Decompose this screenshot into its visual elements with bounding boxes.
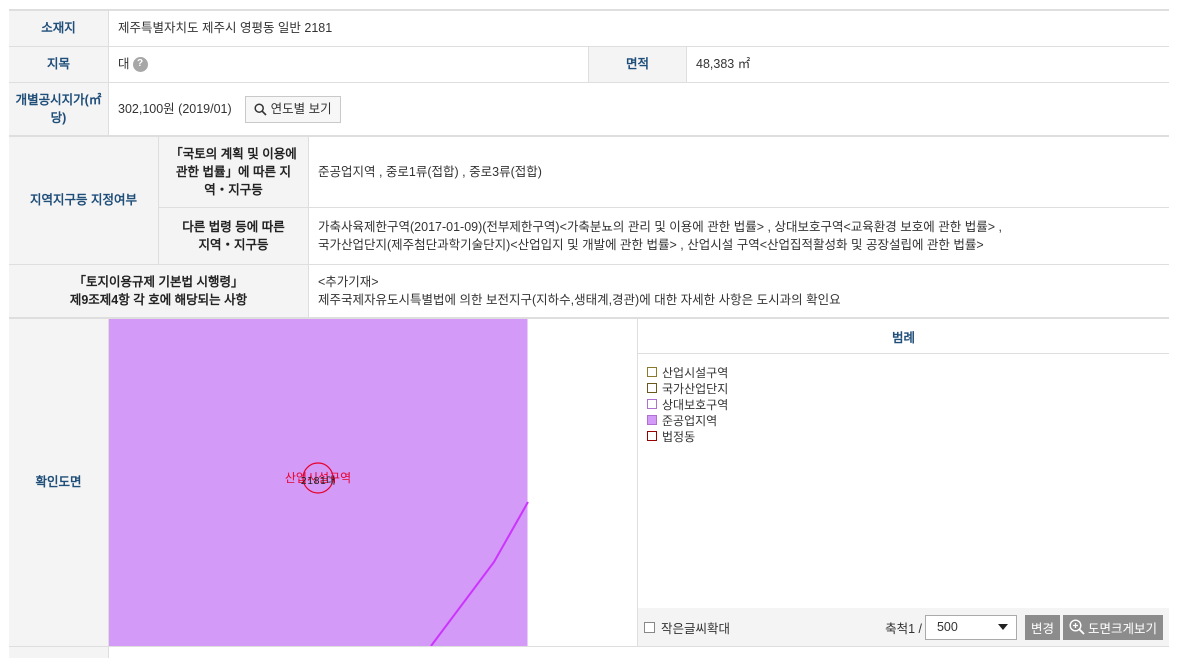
zoning-other-line1: 가축사육제한구역(2017-01-09)(전부제한구역)<가축분뇨의 관리 및 … <box>318 219 1002 234</box>
parcel-map-label: 2181대 <box>301 475 336 487</box>
legend-item: 법정동 <box>647 428 1160 444</box>
legend-panel: 범례 산업시설구역 국가산업단지 상대보호구역 준공업지역 법정동 작은글씨확대 축척1… <box>638 319 1169 646</box>
legend-item-label: 상대보호구역 <box>662 397 729 412</box>
map-canvas[interactable]: 산업시설구역 2181대 <box>109 319 638 646</box>
legend-item: 산업시설구역 <box>647 364 1160 380</box>
legend-item-label: 국가산업단지 <box>662 381 729 396</box>
small-text-label: 작은글씨확대 <box>661 621 731 636</box>
land-category-cell: 대 ? <box>109 47 589 82</box>
legend-item: 국가산업단지 <box>647 380 1160 396</box>
scale-change-button[interactable]: 변경 <box>1024 614 1060 640</box>
search-icon <box>254 102 267 116</box>
location-row: 소재지 제주특별자치도 제주시 영평동 일반 2181 <box>9 11 1169 47</box>
legend-swatch <box>647 399 657 409</box>
official-price-row: 개별공시지가(㎡ 당) 302,100원 (2019/01) 연도별 보기 <box>9 83 1169 137</box>
table-bottom-row <box>9 647 1169 658</box>
legend-item: 상대보호구역 <box>647 396 1160 412</box>
zoning-other-value: 가축사육제한구역(2017-01-09)(전부제한구역)<가축분뇨의 관리 및 … <box>309 208 1011 264</box>
area-value: 48,383 ㎡ <box>696 57 751 72</box>
zoom-in-icon <box>1069 619 1085 635</box>
legend-footer: 작은글씨확대 축척1 / 500 변경 도면크게보기 <box>638 608 1169 646</box>
map-viewer[interactable]: 산업시설구역 2181대 <box>109 319 638 646</box>
area-label: 면적 <box>589 47 687 82</box>
legend-swatch <box>647 383 657 393</box>
map-row: 확인도면 산업시설구역 2181대 범례 산업시설구역 국가산업단지 상대보호구역 준… <box>9 319 1169 647</box>
official-price-label: 개별공시지가(㎡ 당) <box>9 83 109 135</box>
bottom-label-cell <box>9 647 109 658</box>
legend-item-label: 산업시설구역 <box>662 365 729 380</box>
map-label: 확인도면 <box>9 319 109 646</box>
chevron-down-icon <box>997 624 1008 630</box>
small-text-checkbox[interactable] <box>644 621 655 633</box>
regulation-label: 「토지이용규제 기본법 시행령」 제9조제4항 각 호에 해당되는 사항 <box>9 265 309 317</box>
enlarge-map-button[interactable]: 도면크게보기 <box>1062 614 1163 640</box>
yearly-view-button[interactable]: 연도별 보기 <box>244 95 341 123</box>
official-price-value: 302,100원 (2019/01) <box>118 101 232 116</box>
zoning-other-line2: 국가산업단지(제주첨단과학기술단지)<산업입지 및 개발에 관한 법률> , 산… <box>318 238 984 252</box>
enlarge-map-label: 도면크게보기 <box>1087 621 1157 636</box>
help-icon[interactable]: ? <box>132 57 148 72</box>
official-price-cell: 302,100원 (2019/01) 연도별 보기 <box>109 83 350 135</box>
regulation-label-line2: 제9조제4항 각 호에 해당되는 사항 <box>69 293 248 307</box>
zoning-other-label: 다른 법령 등에 따른 지역・지구등 <box>159 208 309 264</box>
land-category-label: 지목 <box>9 47 109 82</box>
legend-item-label: 법정동 <box>662 429 696 444</box>
legend-swatch <box>647 415 657 425</box>
legend-swatch <box>647 367 657 377</box>
regulation-value-line2: 제주국제자유도시특별법에 의한 보전지구(지하수,생태계,경관)에 대한 자세한… <box>318 293 841 307</box>
regulation-value: <추가기재> 제주국제자유도시특별법에 의한 보전지구(지하수,생태계,경관)에… <box>309 265 850 317</box>
scale-select-value: 500 <box>936 620 958 634</box>
land-category-value: 대 <box>118 57 130 72</box>
legend-swatch <box>647 431 657 441</box>
location-value: 제주특별자치도 제주시 영평동 일반 2181 <box>118 21 333 36</box>
zoning-row: 지역지구등 지정여부 「국토의 계획 및 이용에 관한 법률」에 따른 지역・지… <box>9 137 1169 265</box>
zoning-other-row: 다른 법령 등에 따른 지역・지구등 가축사육제한구역(2017-01-09)(… <box>159 208 1169 264</box>
location-label: 소재지 <box>9 11 109 46</box>
land-use-table: 소재지 제주특별자치도 제주시 영평동 일반 2181 지목 대 ? 면적 48… <box>9 9 1169 658</box>
legend-title: 범례 <box>638 319 1169 354</box>
zoning-national-value: 준공업지역 , 중로1류(접합) , 중로3류(접합) <box>318 164 542 179</box>
regulation-row: 「토지이용규제 기본법 시행령」 제9조제4항 각 호에 해당되는 사항 <추가… <box>9 265 1169 319</box>
zoning-national-row: 「국토의 계획 및 이용에 관한 법률」에 따른 지역・지구등 준공업지역 , … <box>159 137 1169 208</box>
scale-select[interactable]: 500 <box>924 614 1017 640</box>
land-category-row: 지목 대 ? 면적 48,383 ㎡ <box>9 47 1169 83</box>
yearly-view-label: 연도별 보기 <box>270 101 332 116</box>
zoning-national-label: 「국토의 계획 및 이용에 관한 법률」에 따른 지역・지구등 <box>159 137 309 207</box>
legend-item-label: 준공업지역 <box>662 413 718 428</box>
zoning-subtable: 「국토의 계획 및 이용에 관한 법률」에 따른 지역・지구등 준공업지역 , … <box>159 137 1169 264</box>
legend-item: 준공업지역 <box>647 412 1160 428</box>
regulation-label-line1: 「토지이용규제 기본법 시행령」 <box>73 274 244 289</box>
scale-label: 축척1 / <box>885 621 922 636</box>
bottom-value-cell <box>109 647 127 658</box>
legend-list: 산업시설구역 국가산업단지 상대보호구역 준공업지역 법정동 <box>638 354 1169 608</box>
zoning-label: 지역지구등 지정여부 <box>9 137 159 264</box>
regulation-value-line1: <추가기재> <box>318 274 379 289</box>
